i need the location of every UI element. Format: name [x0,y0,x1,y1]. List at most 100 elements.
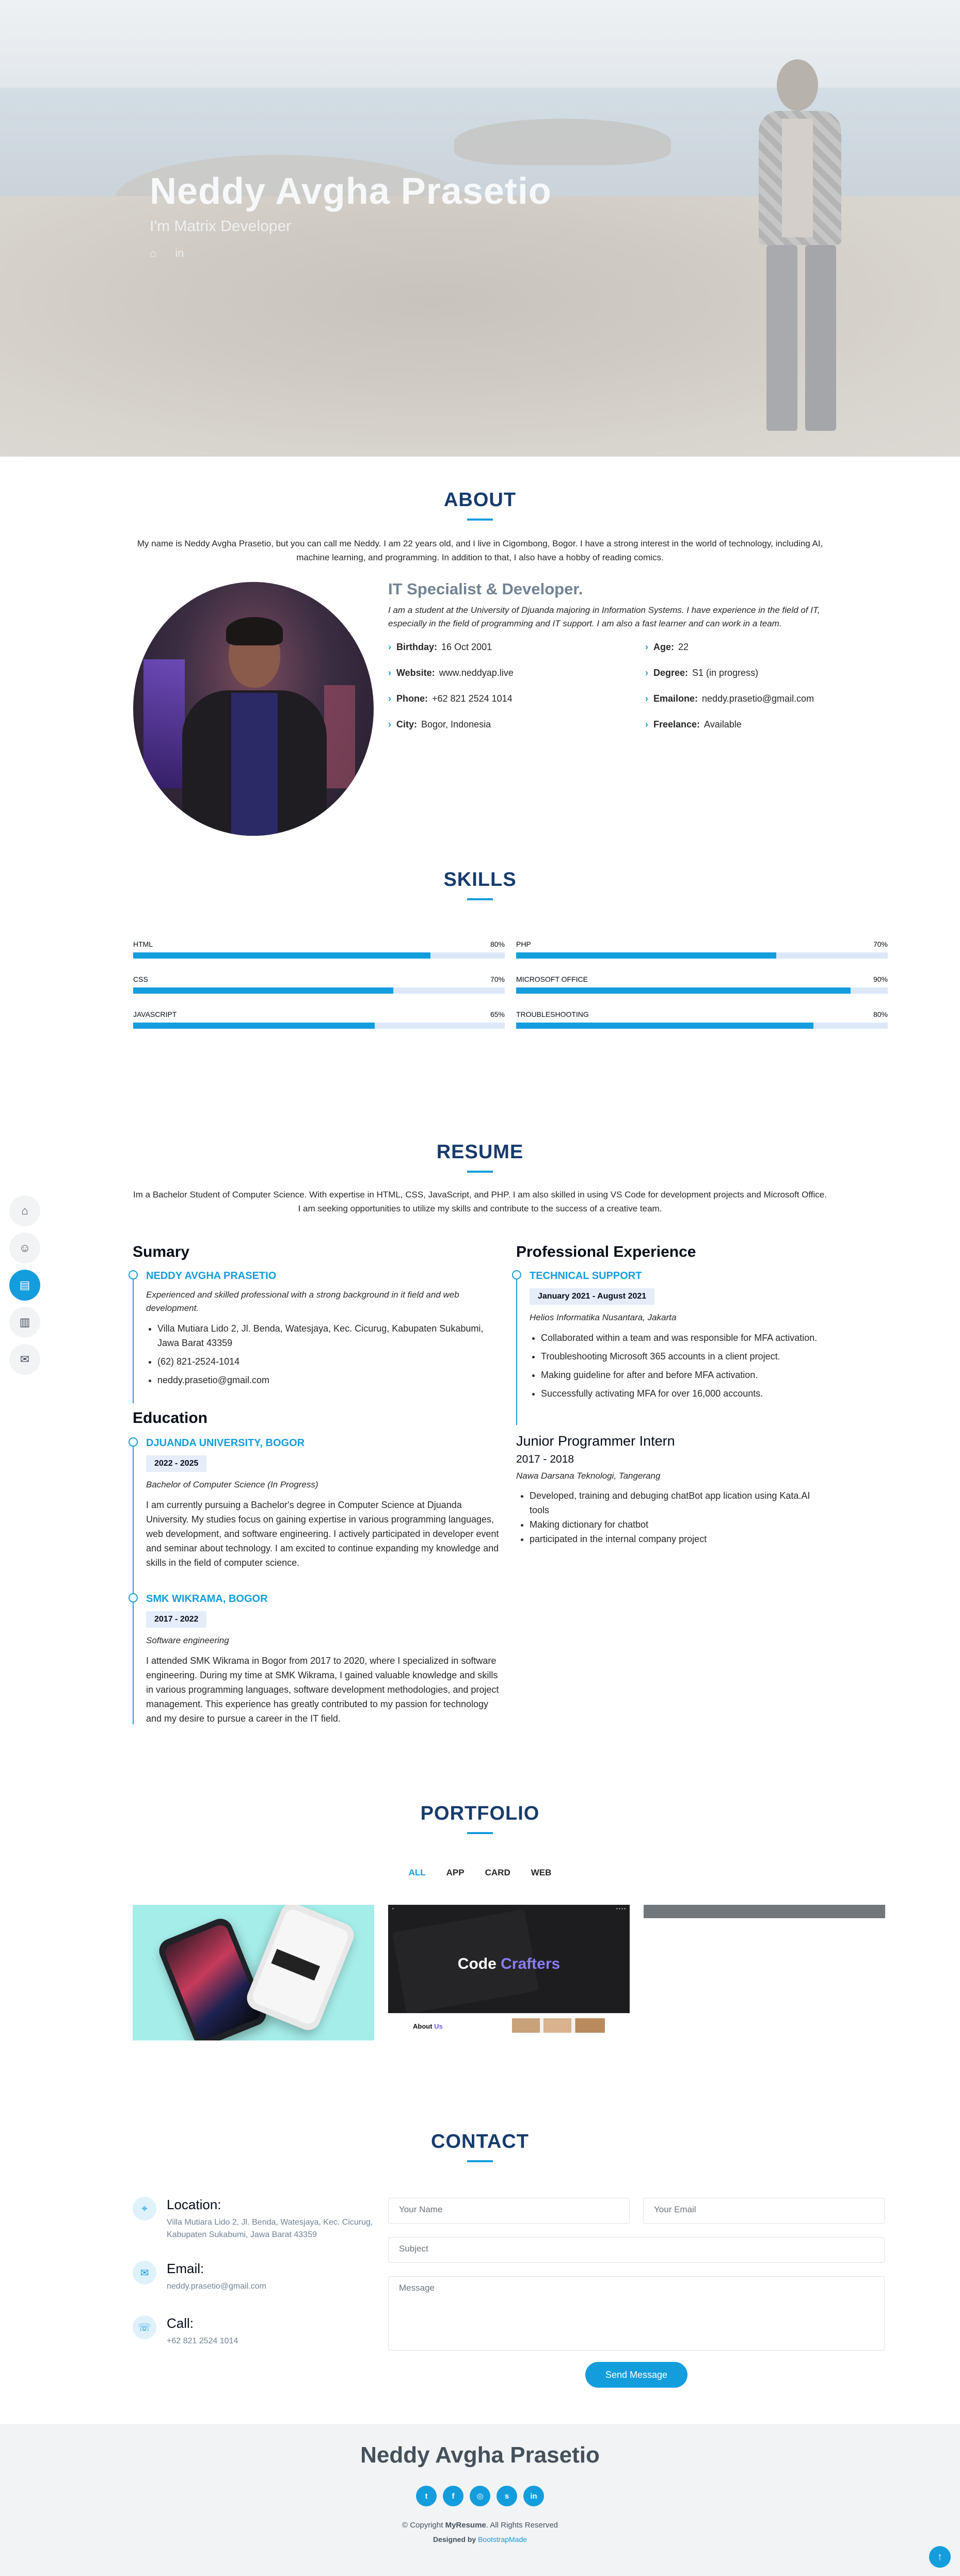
filter-web[interactable]: WEB [531,1868,552,1878]
skill-progress-bar [516,1023,888,1029]
envelope-icon: ✉ [20,1353,30,1366]
timeline-dot [129,1270,138,1279]
about-content: IT Specialist & Developer. I am a studen… [388,580,827,630]
nav-portfolio[interactable]: ▥ [9,1307,40,1338]
book-icon: ▥ [19,1316,30,1328]
info-age: › Age: 22 [645,642,689,652]
filter-all[interactable]: ALL [409,1868,426,1878]
bootstrapmade-link[interactable]: BootstrapMade [478,2535,527,2543]
resume-intro: Im a Bachelor Student of Computer Scienc… [133,1190,827,1213]
email-input[interactable]: Your Email [643,2198,885,2224]
skill-progress-bar [133,952,505,959]
education-item: SMK WIKRAMA, BOGOR 2017 - 2022 Software … [129,1593,504,1724]
info-degree: › Degree: S1 (in progress) [645,668,759,678]
info-website: › Website: www.neddyap.live [388,668,514,678]
hero-name: Neddy Avgha Prasetio [150,171,552,212]
chevron-right-icon: › [645,719,648,730]
resume-title: RESUME [0,1141,960,1173]
chevron-right-icon: › [388,668,391,678]
footer-name: Neddy Avgha Prasetio [360,2442,600,2468]
education-item: DJUANDA UNIVERSITY, BOGOR 2022 - 2025 Ba… [129,1437,504,1593]
page: Neddy Avgha Prasetio I'm Matrix Develope… [0,0,960,2576]
hero-role: I'm Matrix Developer [150,218,292,235]
hero-person-photo [723,54,872,436]
footer-credits: Designed by BootstrapMade [433,2535,527,2543]
skill-progress-bar [133,987,505,994]
timeline-dot [129,1437,138,1447]
facebook-icon[interactable]: f [443,2486,463,2506]
nav-contact[interactable]: ✉ [9,1344,40,1375]
person-icon: ☺ [19,1241,31,1254]
skype-icon[interactable]: s [497,2486,517,2506]
experience-item: TECHNICAL SUPPORT January 2021 - August … [512,1270,826,1425]
footer-copyright: © Copyright MyResume. All Rights Reserve… [402,2521,558,2530]
envelope-icon: ✉ [133,2261,156,2285]
portfolio-card-title: Code Crafters [457,1955,561,1972]
about-intro: My name is Neddy Avgha Prasetio, but you… [137,539,823,562]
side-nav: ⌂ ☺ ▤ ▥ ✉ [9,1195,40,1381]
nav-home[interactable]: ⌂ [9,1195,40,1226]
hero-social-links: ⌂ in [150,247,552,260]
portfolio-thumbnails [512,2018,605,2033]
info-email: › Emailone: neddy.prasetio@gmail.com [645,693,814,704]
education-date: 2022 - 2025 [146,1455,207,1472]
portfolio-item-web-footer: About Us [388,2013,630,2044]
chevron-right-icon: › [645,693,648,704]
experience-title: Professional Experience [516,1243,696,1260]
portfolio-filters: ALL APP CARD WEB [0,1868,960,1878]
portfolio-item-web[interactable]: ▪ ▪ ▪ ▪ ▪ Code Crafters [388,1905,630,2013]
skills-title: SKILLS [0,869,960,900]
twitter-icon[interactable]: t [416,2486,437,2506]
skill-css: CSS 70% [133,975,505,994]
nav-about[interactable]: ☺ [9,1233,40,1263]
hero-text: Neddy Avgha Prasetio I'm Matrix Develope… [150,170,552,260]
skill-progress-bar [516,987,888,994]
education-date: 2017 - 2022 [146,1611,207,1628]
filter-card[interactable]: CARD [485,1868,510,1878]
linkedin-icon[interactable]: in [175,247,184,260]
timeline-dot [512,1270,521,1279]
about-title: ABOUT [0,489,960,521]
contact-title: CONTACT [0,2131,960,2162]
portfolio-item-app[interactable] [133,1905,374,2040]
summary-desc: Experienced and skilled professional wit… [146,1290,459,1313]
portfolio-item-card[interactable] [644,1905,885,1918]
send-message-button[interactable]: Send Message [585,2362,687,2388]
skill-html: HTML 80% [133,940,505,959]
chevron-right-icon: › [388,693,391,704]
about-heading: IT Specialist & Developer. [388,580,583,598]
summary-item: NEDDY AVGHA PRASETIO Experienced and ski… [129,1270,504,1403]
message-textarea[interactable]: Message [388,2276,885,2351]
skill-progress-bar [516,952,888,959]
footer: Neddy Avgha Prasetio t f ◎ s in © Copyri… [0,2424,960,2576]
skill-javascript: JAVASCRIPT 65% [133,1010,505,1029]
info-phone: › Phone: +62 821 2524 1014 [388,693,513,704]
footer-social: t f ◎ s in [0,2486,960,2506]
arrow-up-icon: ↑ [937,2551,942,2563]
instagram-icon[interactable]: ◎ [470,2486,490,2506]
summary-name: NEDDY AVGHA PRASETIO [146,1270,277,1282]
nav-resume[interactable]: ▤ [9,1270,40,1301]
experience-date: January 2021 - August 2021 [530,1288,655,1305]
junior-experience: Junior Programmer Intern 2017 - 2018 Naw… [516,1433,826,1546]
hero-section: Neddy Avgha Prasetio I'm Matrix Develope… [0,0,960,457]
about-lead: I am a student at the University of Djua… [388,605,820,628]
education-title: Education [133,1409,208,1427]
github-icon[interactable]: ⌂ [150,247,156,260]
skill-microsoft-office: MICROSOFT OFFICE 90% [516,975,888,994]
portfolio-title: PORTFOLIO [0,1803,960,1834]
info-city: › City: Bogor, Indonesia [388,719,491,730]
summary-title: Sumary [133,1243,190,1260]
chevron-right-icon: › [645,642,648,652]
chevron-right-icon: › [388,642,391,652]
linkedin-icon[interactable]: in [523,2486,544,2506]
name-input[interactable]: Your Name [388,2198,630,2224]
info-freelance: › Freelance: Available [645,719,742,730]
phone-icon: ☏ [133,2315,156,2339]
subject-input[interactable]: Subject [388,2237,885,2263]
back-to-top-button[interactable]: ↑ [929,2546,951,2568]
summary-list: Villa Mutiara Lido 2, Jl. Benda, Watesja… [146,1321,504,1387]
filter-app[interactable]: APP [446,1868,465,1878]
skill-troubleshooting: TROUBLESHOOTING 80% [516,1010,888,1029]
skill-php: PHP 70% [516,940,888,959]
